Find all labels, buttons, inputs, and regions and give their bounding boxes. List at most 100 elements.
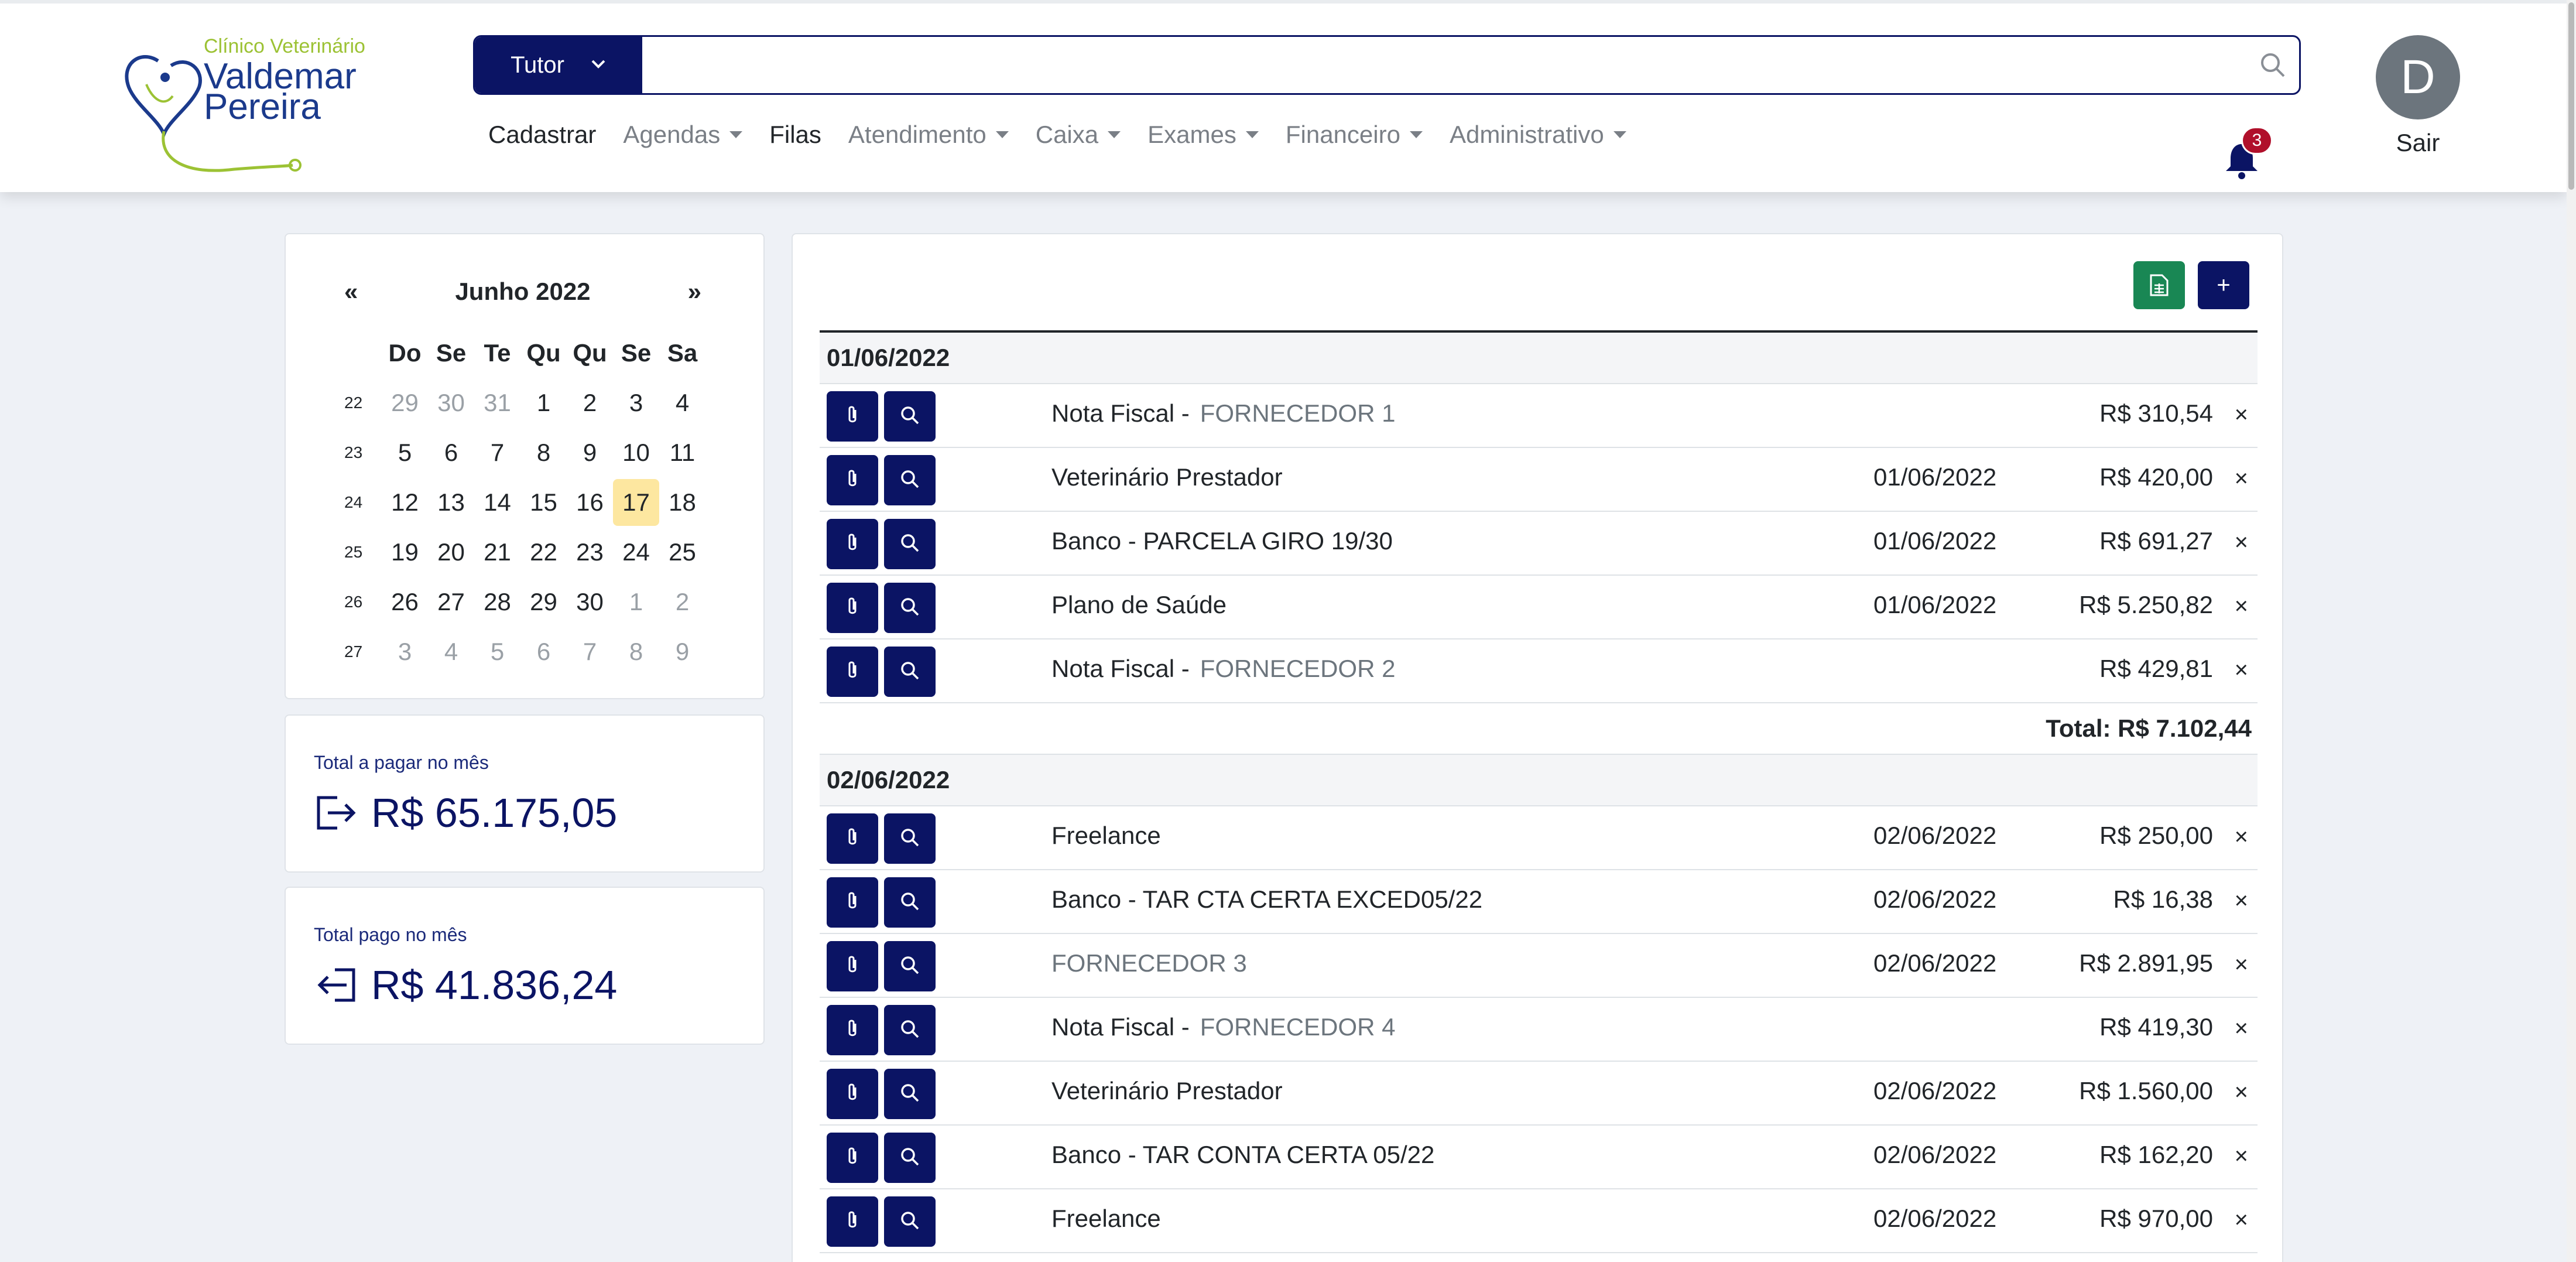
calendar-day[interactable]: 5: [474, 628, 520, 675]
view-entry-button[interactable]: [884, 391, 936, 442]
calendar-day[interactable]: 29: [520, 579, 567, 625]
calendar-day[interactable]: 30: [428, 379, 474, 426]
attachment-button[interactable]: [827, 877, 878, 928]
calendar-day[interactable]: 25: [659, 529, 705, 576]
view-entry-button[interactable]: [884, 813, 936, 864]
calendar-day[interactable]: 8: [613, 628, 659, 675]
calendar-day[interactable]: 2: [659, 579, 705, 625]
view-entry-button[interactable]: [884, 1069, 936, 1119]
delete-entry-button[interactable]: ×: [2235, 1207, 2248, 1233]
view-entry-button[interactable]: [884, 941, 936, 991]
calendar-day[interactable]: 21: [474, 529, 520, 576]
attachment-button[interactable]: [827, 391, 878, 442]
view-entry-button[interactable]: [884, 519, 936, 569]
calendar-day[interactable]: 6: [428, 429, 474, 476]
calendar-day[interactable]: 30: [567, 579, 613, 625]
nav-caixa[interactable]: Caixa: [1036, 121, 1121, 149]
nav-filas[interactable]: Filas: [769, 121, 821, 149]
entry-amount: R$ 420,00: [2099, 463, 2213, 491]
calendar-day[interactable]: 7: [567, 628, 613, 675]
calendar-day[interactable]: 6: [520, 628, 567, 675]
search-input[interactable]: [642, 37, 2246, 93]
delete-entry-button[interactable]: ×: [2235, 888, 2248, 914]
calendar-day[interactable]: 9: [567, 429, 613, 476]
delete-entry-button[interactable]: ×: [2235, 1143, 2248, 1169]
calendar-day[interactable]: 3: [613, 379, 659, 426]
calendar-day[interactable]: 7: [474, 429, 520, 476]
calendar-day[interactable]: 4: [659, 379, 705, 426]
delete-entry-button[interactable]: ×: [2235, 402, 2248, 428]
calendar-day[interactable]: 31: [474, 379, 520, 426]
calendar-day[interactable]: 16: [567, 479, 613, 526]
calendar-day[interactable]: 26: [382, 579, 428, 625]
calendar-day[interactable]: 10: [613, 429, 659, 476]
view-entry-button[interactable]: [884, 455, 936, 505]
attachment-button[interactable]: [827, 455, 878, 505]
calendar-day[interactable]: 23: [567, 529, 613, 576]
delete-entry-button[interactable]: ×: [2235, 593, 2248, 620]
search-type-select[interactable]: Tutor: [475, 37, 642, 93]
calendar-day[interactable]: 8: [520, 429, 567, 476]
caret-down-icon: [1409, 131, 1423, 138]
calendar-day[interactable]: 17: [613, 478, 659, 526]
delete-entry-button[interactable]: ×: [2235, 824, 2248, 850]
delete-entry-button[interactable]: ×: [2235, 1015, 2248, 1042]
calendar-day[interactable]: 22: [520, 529, 567, 576]
calendar-prev-button[interactable]: «: [344, 278, 358, 306]
search-icon[interactable]: [2246, 37, 2299, 93]
add-entry-button[interactable]: +: [2198, 261, 2249, 309]
calendar-day[interactable]: 13: [428, 479, 474, 526]
logout-link[interactable]: Sair: [2376, 129, 2460, 157]
nav-financeiro[interactable]: Financeiro: [1286, 121, 1423, 149]
calendar-day[interactable]: 15: [520, 479, 567, 526]
calendar-day[interactable]: 3: [382, 628, 428, 675]
calendar-day[interactable]: 12: [382, 479, 428, 526]
delete-entry-button[interactable]: ×: [2235, 529, 2248, 556]
view-entry-button[interactable]: [884, 583, 936, 633]
attachment-button[interactable]: [827, 519, 878, 569]
nav-administrativo[interactable]: Administrativo: [1450, 121, 1626, 149]
view-entry-button[interactable]: [884, 877, 936, 928]
calendar-day[interactable]: 18: [659, 479, 705, 526]
export-excel-button[interactable]: [2133, 261, 2185, 309]
view-entry-button[interactable]: [884, 1005, 936, 1055]
calendar-day[interactable]: 28: [474, 579, 520, 625]
delete-entry-button[interactable]: ×: [2235, 1079, 2248, 1106]
calendar-day[interactable]: 27: [428, 579, 474, 625]
calendar-day[interactable]: 29: [382, 379, 428, 426]
clinic-logo[interactable]: Clínico Veterinário Valdemar Pereira: [117, 32, 386, 172]
calendar-day[interactable]: 11: [659, 429, 705, 476]
calendar-next-button[interactable]: »: [688, 278, 701, 306]
nav-agendas[interactable]: Agendas: [623, 121, 743, 149]
attachment-button[interactable]: [827, 1196, 878, 1247]
calendar-day[interactable]: 4: [428, 628, 474, 675]
attachment-button[interactable]: [827, 647, 878, 697]
nav-cadastrar[interactable]: Cadastrar: [488, 121, 596, 149]
calendar-day[interactable]: 1: [520, 379, 567, 426]
attachment-button[interactable]: [827, 1133, 878, 1183]
calendar-day[interactable]: 20: [428, 529, 474, 576]
page-scrollbar[interactable]: [2567, 0, 2576, 1262]
calendar-day[interactable]: 24: [613, 529, 659, 576]
calendar-day[interactable]: 14: [474, 479, 520, 526]
delete-entry-button[interactable]: ×: [2235, 657, 2248, 683]
view-entry-button[interactable]: [884, 1133, 936, 1183]
delete-entry-button[interactable]: ×: [2235, 466, 2248, 492]
calendar-day[interactable]: 5: [382, 429, 428, 476]
attachment-button[interactable]: [827, 941, 878, 991]
calendar-day[interactable]: 2: [567, 379, 613, 426]
nav-atendimento[interactable]: Atendimento: [848, 121, 1009, 149]
calendar-day[interactable]: 1: [613, 579, 659, 625]
attachment-button[interactable]: [827, 1005, 878, 1055]
attachment-button[interactable]: [827, 583, 878, 633]
view-entry-button[interactable]: [884, 647, 936, 697]
user-avatar[interactable]: D: [2376, 35, 2460, 119]
calendar-day[interactable]: 9: [659, 628, 705, 675]
view-entry-button[interactable]: [884, 1196, 936, 1247]
nav-exames[interactable]: Exames: [1147, 121, 1259, 149]
attachment-button[interactable]: [827, 813, 878, 864]
scrollbar-thumb[interactable]: [2568, 2, 2574, 190]
calendar-day[interactable]: 19: [382, 529, 428, 576]
attachment-button[interactable]: [827, 1069, 878, 1119]
delete-entry-button[interactable]: ×: [2235, 952, 2248, 978]
